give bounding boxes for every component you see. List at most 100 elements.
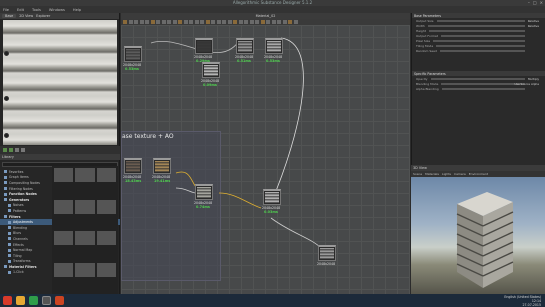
property-slider[interactable] bbox=[441, 82, 525, 85]
property-value[interactable]: Multiply bbox=[528, 77, 539, 81]
tile-icon[interactable] bbox=[15, 148, 19, 152]
folder-icon bbox=[4, 215, 7, 219]
library-tree-label: Transforms bbox=[13, 259, 31, 264]
property-value[interactable]: Relative bbox=[528, 19, 539, 23]
property-value[interactable]: Use Source Alpha bbox=[514, 82, 539, 86]
file-explorer-icon[interactable] bbox=[16, 296, 25, 305]
node-timing-label: 0.03ms bbox=[264, 210, 278, 214]
library-tree-label: Filters bbox=[9, 214, 21, 219]
graph-node[interactable] bbox=[195, 184, 213, 200]
graph-node[interactable] bbox=[124, 158, 142, 174]
menu-tools[interactable]: Tools bbox=[32, 8, 41, 12]
graph-node[interactable] bbox=[263, 189, 281, 205]
graph-node[interactable] bbox=[153, 158, 171, 174]
folder-icon bbox=[4, 170, 7, 174]
library-tree-label: Channels bbox=[13, 236, 28, 241]
library-tree-label: Blurs bbox=[13, 231, 22, 236]
property-slider[interactable] bbox=[436, 19, 525, 22]
view3d-lights-menu[interactable]: Lights bbox=[442, 172, 451, 176]
channel-icon[interactable] bbox=[9, 148, 13, 152]
section-title: Specific Parameters bbox=[414, 71, 446, 76]
folder-icon bbox=[8, 231, 11, 235]
library-thumb[interactable] bbox=[96, 199, 116, 214]
zoom-icon[interactable] bbox=[21, 148, 25, 152]
library-tree-label: Tiling bbox=[13, 253, 22, 258]
property-row[interactable]: Alpha Blending bbox=[412, 86, 545, 91]
library-thumb[interactable] bbox=[54, 168, 74, 182]
menu-windows[interactable]: Windows bbox=[49, 8, 65, 12]
folder-icon bbox=[4, 181, 7, 185]
tray-date[interactable]: 27-07-2015 bbox=[504, 303, 541, 307]
graph-node[interactable] bbox=[124, 46, 142, 62]
tab-2d-view[interactable]: 2D View bbox=[19, 14, 33, 18]
node-timing-label: 0.09ms bbox=[203, 83, 217, 87]
view3d-camera-menu[interactable]: Camera bbox=[454, 172, 466, 176]
texture-2d-preview[interactable] bbox=[3, 20, 117, 145]
library-thumb[interactable] bbox=[75, 199, 95, 214]
tab-base[interactable]: Base bbox=[2, 14, 17, 18]
node-thumbnail bbox=[320, 248, 334, 259]
app-icon[interactable] bbox=[55, 296, 64, 305]
tab-explorer[interactable]: Explorer bbox=[36, 14, 50, 18]
library-thumb[interactable] bbox=[96, 231, 116, 245]
property-slider[interactable] bbox=[441, 87, 525, 90]
menu-file[interactable]: File bbox=[3, 8, 9, 12]
library-tree-label: Favorites bbox=[9, 169, 24, 174]
library-tree-label: Adjustments bbox=[13, 220, 33, 225]
view3d-materials-menu[interactable]: Materials bbox=[425, 172, 439, 176]
library-thumb[interactable] bbox=[96, 168, 116, 182]
property-slider[interactable] bbox=[430, 77, 525, 80]
node-timing-label: 0.74ms bbox=[196, 205, 210, 209]
node-thumbnail bbox=[267, 41, 281, 52]
window-title: Allegorithmic Substance Designer 5.1.2 bbox=[232, 0, 313, 5]
node-timing-label: 0.53ms bbox=[125, 67, 139, 71]
library-thumb[interactable] bbox=[54, 262, 74, 277]
property-slider[interactable] bbox=[439, 49, 525, 52]
library-title: Library bbox=[2, 155, 14, 159]
library-thumb[interactable] bbox=[75, 231, 95, 245]
property-slider[interactable] bbox=[440, 34, 525, 37]
library-thumb[interactable] bbox=[75, 262, 95, 277]
graph-node[interactable] bbox=[236, 38, 254, 54]
library-tree-label: Noises bbox=[13, 203, 24, 208]
view3d-title: 3D View bbox=[413, 166, 427, 170]
view3d-scene-menu[interactable]: Scene bbox=[413, 172, 422, 176]
property-label: Random Seed bbox=[416, 48, 437, 53]
wire bbox=[270, 217, 322, 249]
folder-icon bbox=[4, 175, 7, 179]
library-thumb[interactable] bbox=[54, 231, 74, 245]
library-header: Library bbox=[0, 154, 120, 160]
folder-icon bbox=[8, 203, 11, 207]
graph-node[interactable] bbox=[202, 62, 220, 78]
os-taskbar bbox=[0, 294, 545, 307]
property-label: Height bbox=[416, 28, 426, 33]
library-thumb[interactable] bbox=[75, 168, 95, 182]
rivet-hole bbox=[4, 96, 9, 101]
property-slider[interactable] bbox=[436, 44, 525, 47]
wire bbox=[218, 192, 262, 209]
property-label: Output Format bbox=[416, 33, 438, 38]
start-button-icon[interactable] bbox=[3, 296, 12, 305]
substance-designer-icon[interactable] bbox=[42, 296, 51, 305]
property-slider[interactable] bbox=[428, 29, 525, 32]
node-timing-label: 18.43ms bbox=[125, 179, 142, 183]
base-params: Output Size Relative Width Relative Height Ou… bbox=[412, 18, 545, 53]
menu-help[interactable]: Help bbox=[73, 8, 81, 12]
folder-icon bbox=[8, 248, 11, 252]
menu-edit[interactable]: Edit bbox=[17, 8, 24, 12]
chrome-icon[interactable] bbox=[29, 296, 38, 305]
property-slider[interactable] bbox=[433, 39, 525, 42]
library-thumb[interactable] bbox=[96, 262, 116, 277]
library-tree-label: Patterns bbox=[13, 208, 27, 213]
node-thumbnail bbox=[238, 41, 252, 52]
graph-node[interactable] bbox=[265, 38, 283, 54]
graph-node[interactable] bbox=[318, 245, 336, 261]
property-slider[interactable] bbox=[427, 24, 525, 27]
graph-node[interactable] bbox=[195, 38, 213, 54]
property-value[interactable]: Relative bbox=[528, 24, 539, 28]
fit-icon[interactable] bbox=[3, 148, 7, 152]
library-thumb[interactable] bbox=[54, 199, 74, 214]
node-resolution-label: 2048x2048 bbox=[317, 262, 336, 266]
property-row[interactable]: Random Seed bbox=[412, 48, 545, 53]
view3d-environment-menu[interactable]: Environment bbox=[469, 172, 488, 176]
